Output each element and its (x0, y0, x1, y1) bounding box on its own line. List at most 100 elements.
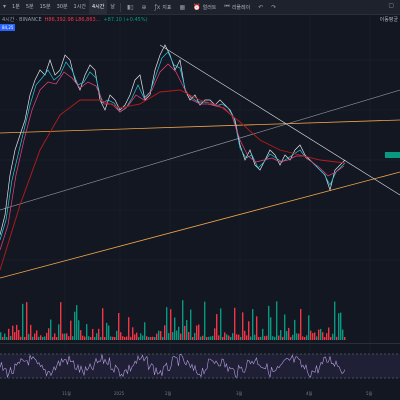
volume-bar (262, 328, 264, 340)
volume-bar (68, 336, 70, 340)
tf-30m[interactable]: 30분 (54, 0, 71, 14)
volume-bar (148, 336, 150, 340)
tf-1d[interactable]: 날 (107, 0, 118, 14)
volume-bar (280, 330, 282, 340)
volume-bar (170, 309, 172, 340)
redo-icon: ↷ (271, 3, 277, 11)
tf-1h[interactable]: 1시간 (71, 0, 89, 14)
volume-bar (236, 334, 238, 340)
volume-bar (264, 336, 266, 340)
legend-symbol[interactable]: 4시간 · BINANCE (2, 16, 42, 23)
chevron-down-icon: ▾ (3, 3, 7, 10)
volume-bar (298, 333, 300, 340)
axis-label: 11월 (62, 391, 71, 396)
indicators-button[interactable]: ƒx 지표 (151, 4, 176, 11)
rsi-pane[interactable] (0, 346, 400, 386)
volume-bar (324, 337, 326, 340)
volume-bar (74, 311, 76, 340)
volume-bar (84, 336, 86, 340)
volume-bar (176, 330, 178, 340)
volume-bar (278, 335, 280, 340)
volume-bar (56, 336, 58, 340)
volume-bar (258, 336, 260, 340)
horizontal-support-line[interactable] (0, 119, 400, 134)
alert-button[interactable]: ⏰ 얼러트 (189, 4, 220, 11)
volume-bar (22, 303, 24, 340)
descending-resistance-line[interactable] (159, 44, 400, 196)
volume-bar (134, 334, 136, 340)
plus-icon: ⊕ (141, 3, 147, 11)
indicator-label[interactable]: 이동평균 (380, 16, 398, 23)
volume-bar (196, 325, 198, 340)
volume-bar (110, 336, 112, 340)
rising-trendline-upper[interactable] (0, 89, 400, 211)
volume-bar (66, 333, 68, 340)
volume-bar (246, 335, 248, 340)
volume-bar (132, 327, 134, 340)
volume-bar (294, 319, 296, 340)
axis-label: 2월 (165, 391, 172, 396)
volume-bar (318, 329, 320, 340)
volume-bar (144, 322, 146, 340)
volume-bar (212, 335, 214, 340)
volume-bar (86, 324, 88, 340)
volume-bar (194, 332, 196, 340)
chart-toolbar: ▾ 1분 5분 15분 30분 1시간 4시간 날 ▮▯ ⊕ ƒx 지표 ▦ ⏰… (0, 0, 400, 15)
rising-trendline-lower[interactable] (0, 171, 400, 279)
volume-bar (72, 336, 74, 340)
last-price-tag (385, 152, 400, 158)
volume-bar (320, 328, 322, 340)
replay-icon: ⏮ (224, 3, 230, 10)
volume-bar (106, 322, 108, 340)
volume-bar (28, 334, 30, 340)
candle-type-button[interactable]: ▮▯ (123, 4, 138, 11)
volume-bar (58, 324, 60, 340)
layout-icon[interactable]: ▢ (388, 2, 394, 9)
volume-bar (208, 336, 210, 340)
volume-bar (332, 333, 334, 340)
replay-button[interactable]: ⏮ 리플레이 (220, 3, 254, 11)
volume-bar (178, 326, 180, 340)
volume-bar (26, 302, 28, 340)
volume-bar (162, 336, 164, 340)
ma-line-white (0, 44, 346, 236)
redo-button[interactable]: ↷ (267, 4, 280, 11)
alert-label: 얼러트 (202, 4, 217, 11)
volume-bar (242, 312, 244, 340)
volume-bar (140, 333, 142, 340)
tf-1m[interactable]: 1분 (9, 0, 23, 14)
volume-bar (54, 333, 56, 340)
undo-button[interactable]: ↶ (254, 4, 267, 11)
axis-label: 4월 (306, 391, 313, 396)
tf-15m[interactable]: 15분 (37, 0, 54, 14)
templates-button[interactable]: ▦ (175, 4, 189, 11)
volume-bar (292, 334, 294, 340)
compare-button[interactable]: ⊕ (138, 4, 151, 11)
volume-bar (48, 328, 50, 340)
volume-bar (244, 330, 246, 340)
tf-4h[interactable]: 4시간 (88, 0, 108, 14)
volume-bar (338, 313, 340, 340)
volume-bar (190, 309, 192, 340)
legend-change: +87.10 (+0.45%) (103, 16, 148, 23)
volume-bar (172, 332, 174, 340)
volume-bar (52, 336, 54, 340)
volume-bar (340, 312, 342, 340)
volume-bar (154, 336, 156, 340)
volume-bar (334, 301, 336, 340)
volume-bar (272, 336, 274, 340)
time-axis[interactable]: 11월 2025 2월 3월 4월 5월 (0, 388, 400, 400)
volume-bar (20, 336, 22, 340)
volume-bar (286, 331, 288, 340)
volume-bar (98, 328, 100, 340)
tf-5m[interactable]: 5분 (23, 0, 37, 14)
volume-bar (322, 332, 324, 340)
volume-bar (312, 333, 314, 340)
volume-bar (4, 333, 6, 340)
volume-bar (80, 330, 82, 340)
volume-bar (302, 336, 304, 340)
volume-bar (16, 324, 18, 340)
volume-bar (234, 307, 236, 340)
symbol-dropdown[interactable]: ▾ (0, 0, 9, 14)
volume-bar (240, 336, 242, 340)
